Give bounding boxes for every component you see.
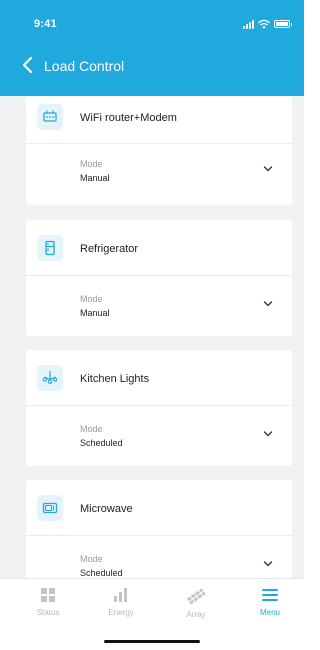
bar-chart-icon [114, 588, 127, 602]
mode-value: Manual [80, 173, 110, 183]
battery-icon [274, 20, 292, 28]
menu-icon [262, 589, 278, 601]
home-indicator [104, 640, 200, 643]
status-time: 9:41 [34, 18, 57, 30]
tab-label: Energy [108, 608, 134, 617]
back-chevron-icon[interactable] [20, 55, 36, 75]
mode-dropdown[interactable]: Mode Scheduled [26, 536, 292, 578]
mode-value: Manual [80, 308, 110, 318]
chevron-down-icon [263, 561, 273, 567]
status-bar: 9:41 [0, 0, 304, 44]
mode-dropdown[interactable]: Mode Manual [26, 144, 292, 205]
microwave-icon [37, 495, 63, 521]
tab-status[interactable]: Status [18, 587, 78, 617]
grid-icon [41, 588, 55, 602]
chandelier-icon [37, 365, 63, 391]
router-icon [37, 104, 63, 130]
wifi-icon [258, 19, 270, 29]
mode-dropdown[interactable]: Mode Scheduled [26, 406, 292, 466]
mode-dropdown[interactable]: Mode Manual [26, 276, 292, 336]
tab-array[interactable]: Array [166, 587, 226, 619]
chevron-down-icon [263, 166, 273, 172]
tab-energy[interactable]: Energy [91, 587, 151, 617]
device-name: Microwave [80, 503, 133, 515]
page-title: Load Control [44, 58, 125, 74]
mode-value: Scheduled [80, 568, 123, 578]
mode-label: Mode [80, 554, 103, 564]
device-card: Microwave Mode Scheduled [26, 480, 292, 578]
mode-label: Mode [80, 424, 103, 434]
device-header: WiFi router+Modem [26, 96, 292, 144]
solar-panel-icon [186, 588, 206, 605]
tab-menu[interactable]: Menu [240, 587, 300, 617]
device-card: Refrigerator Mode Manual [26, 220, 292, 336]
tab-label: Status [36, 608, 60, 617]
chevron-down-icon [263, 301, 273, 307]
nav-bar: Load Control [0, 50, 304, 80]
cellular-signal-icon [243, 19, 254, 29]
device-name: WiFi router+Modem [80, 112, 177, 124]
mode-label: Mode [80, 159, 103, 169]
mode-value: Scheduled [80, 438, 123, 448]
mode-label: Mode [80, 294, 103, 304]
device-header: Kitchen Lights [26, 350, 292, 406]
device-header: Microwave [26, 480, 292, 536]
chevron-down-icon [263, 431, 273, 437]
device-list[interactable]: WiFi router+Modem Mode Manual Refrigerat… [0, 96, 304, 578]
device-name: Kitchen Lights [80, 373, 150, 385]
tab-label: Array [186, 610, 206, 619]
device-header: Refrigerator [26, 220, 292, 276]
device-card: WiFi router+Modem Mode Manual [26, 96, 292, 205]
tab-label: Menu [259, 608, 280, 617]
app-header: 9:41 Load Control [0, 0, 304, 96]
device-name: Refrigerator [80, 243, 139, 255]
refrigerator-icon [37, 235, 63, 261]
status-icons [243, 18, 292, 30]
device-card: Kitchen Lights Mode Scheduled [26, 350, 292, 466]
